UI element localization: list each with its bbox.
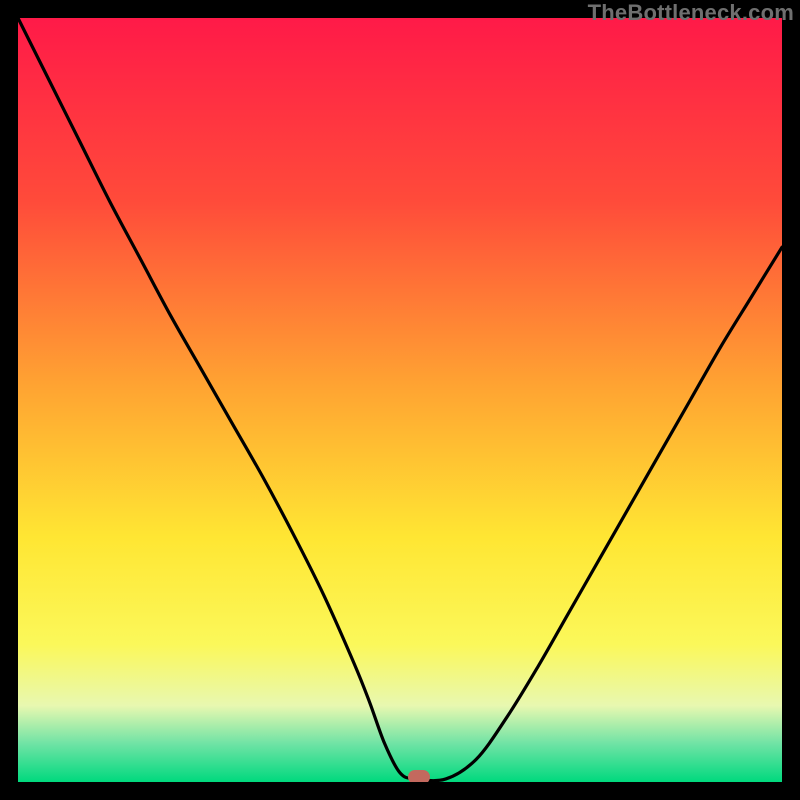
bottleneck-curve [18,18,782,782]
watermark-text: TheBottleneck.com [588,0,794,26]
plot-area [18,18,782,782]
chart-frame: TheBottleneck.com [0,0,800,800]
optimum-marker [408,770,430,782]
